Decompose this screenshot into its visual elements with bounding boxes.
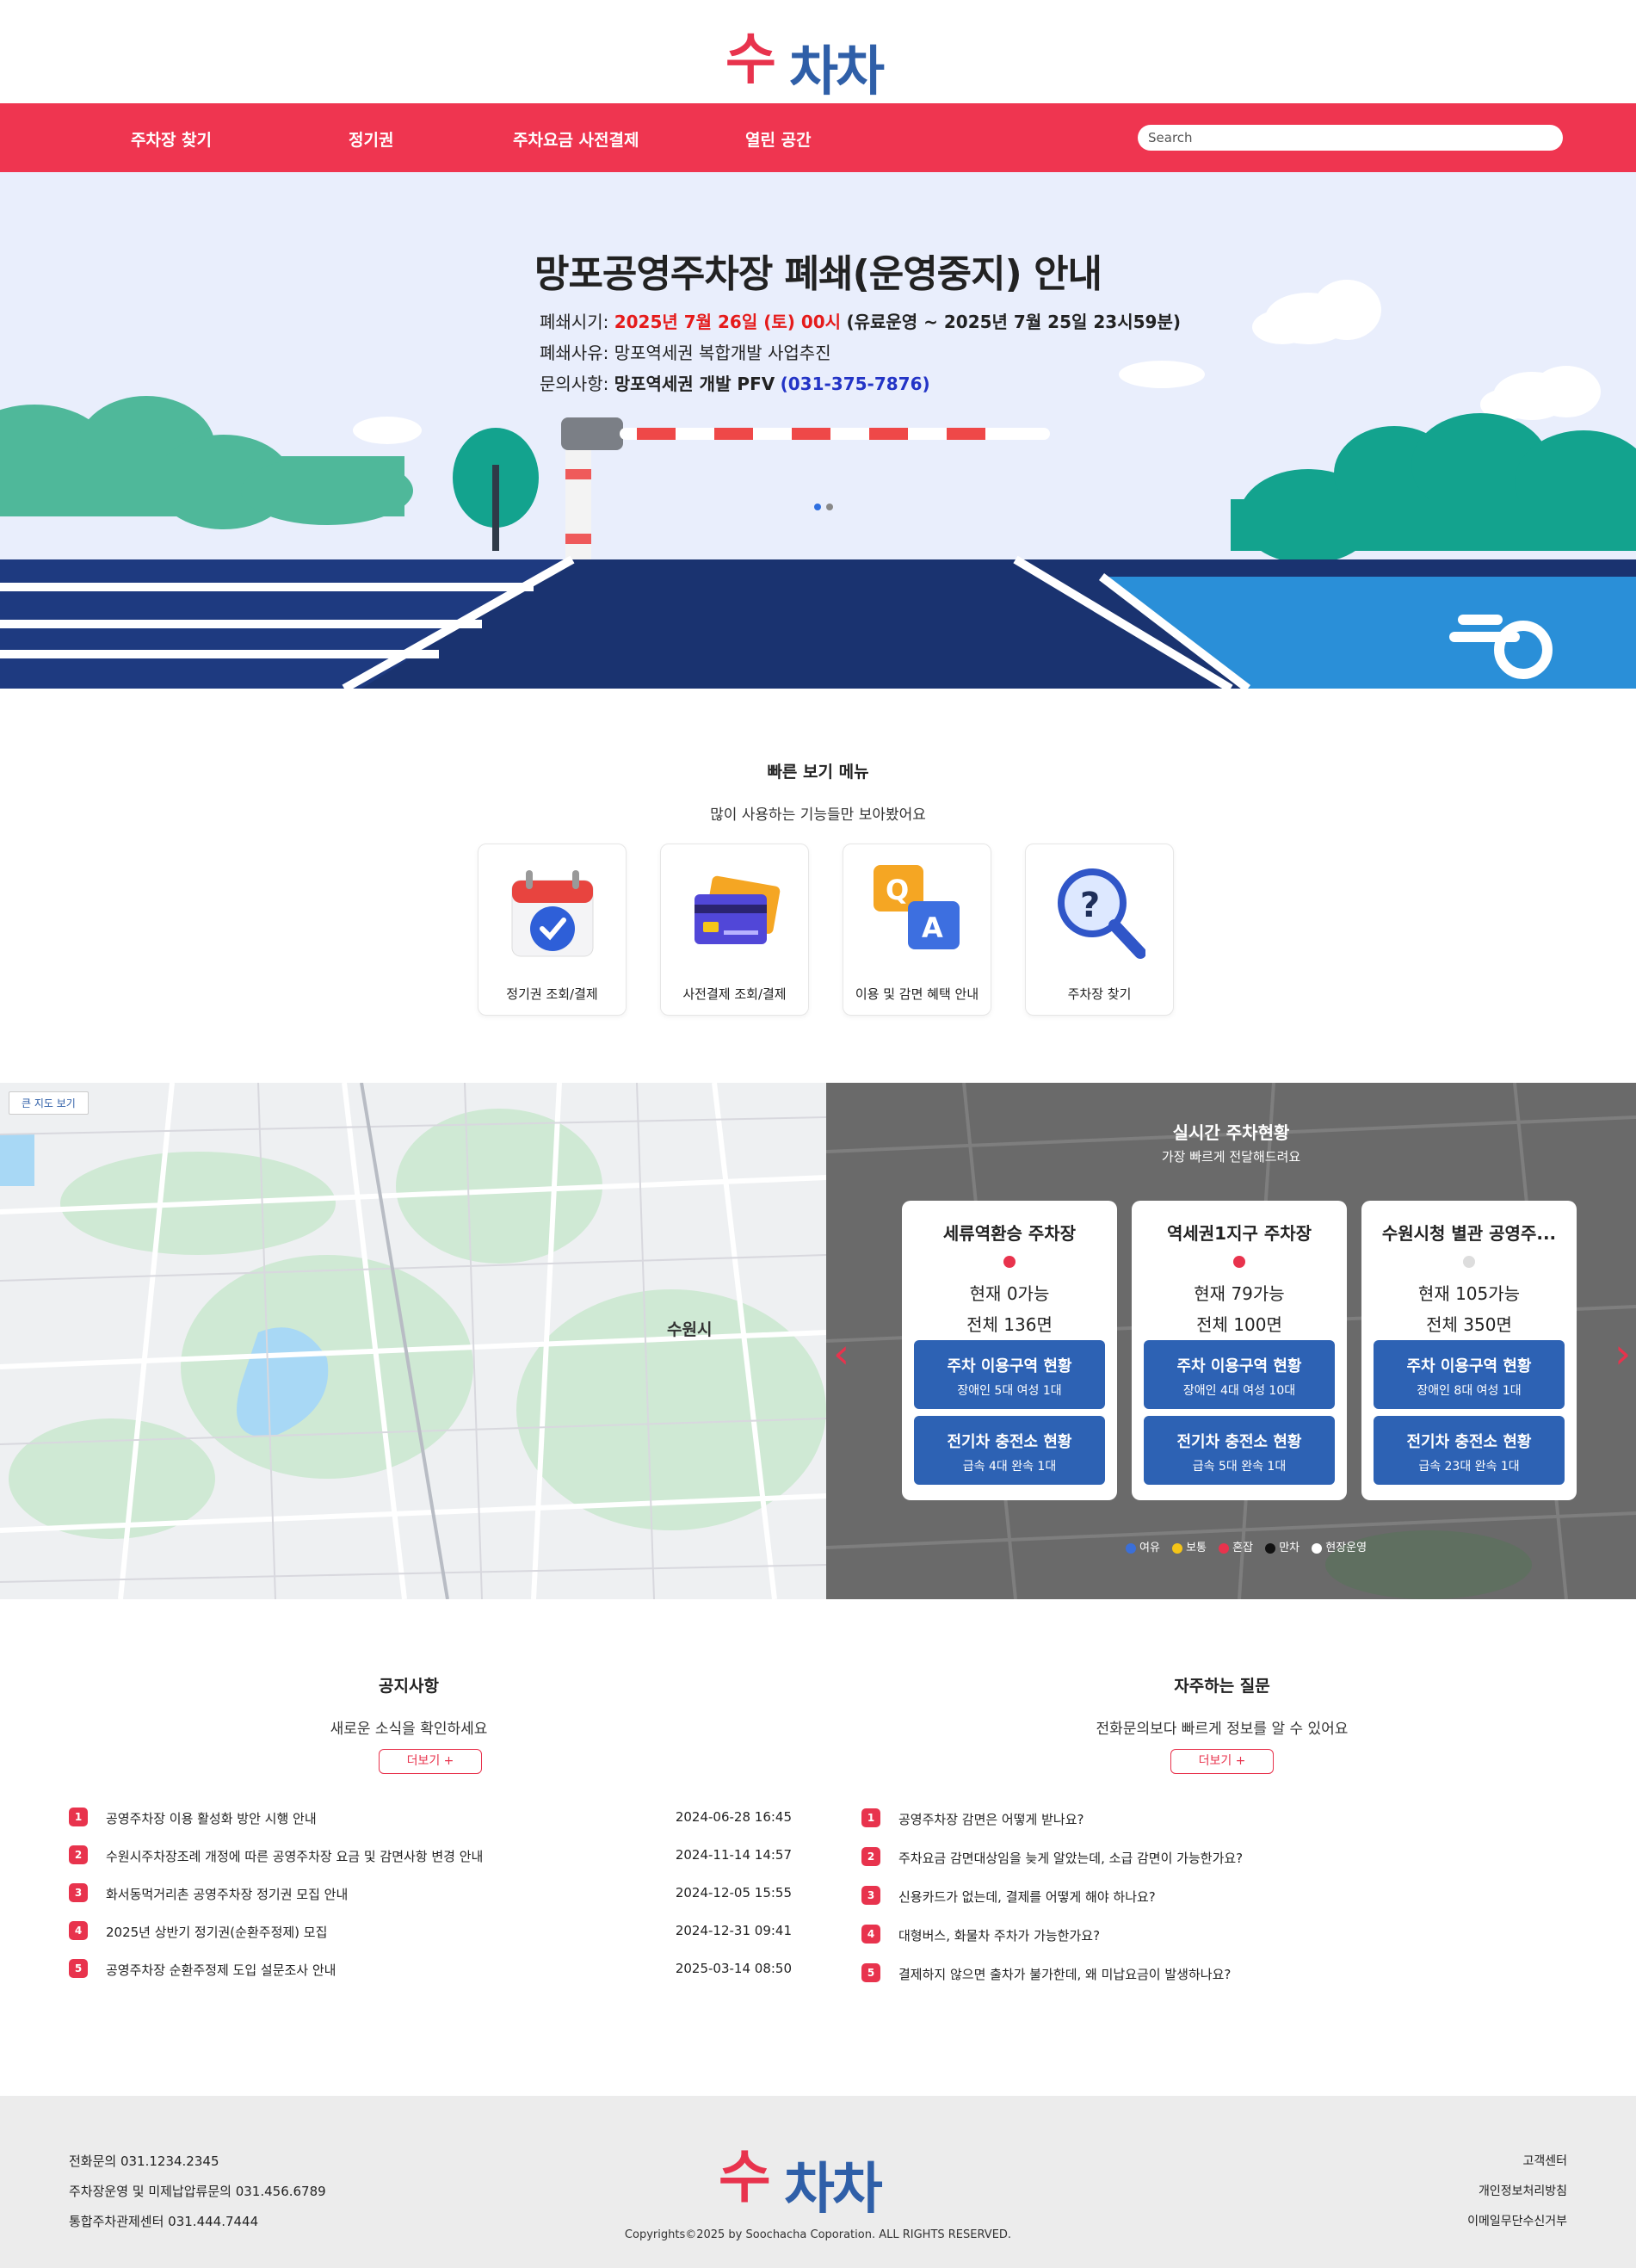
faq-item[interactable]: 2 주차요금 감면대상임을 늦게 알았는데, 소급 감면이 가능한가요? [861,1847,1567,1871]
footer-phone-control: 통합주차관제센터 031.444.7444 [69,2214,259,2229]
parking-name: 수원시청 별관 공영주... [1381,1223,1557,1244]
legend-dot [1265,1542,1276,1554]
quick-menu-label: 주차장 찾기 [1067,986,1132,1002]
parking-total: 전체 136면 [966,1314,1053,1335]
logo-chacha: 차차 [784,2158,883,2222]
parking-available: 현재 0가능 [969,1283,1050,1304]
zone-status-button[interactable]: 주차 이용구역 현황 장애인 8대 여성 1대 [1374,1340,1565,1409]
parking-total: 전체 100면 [1196,1314,1282,1335]
ev-charger-button[interactable]: 전기차 충전소 현황 급속 23대 완속 1대 [1374,1416,1565,1485]
parking-name: 역세권1지구 주차장 [1166,1223,1312,1244]
logo-chacha: 차차 [789,40,885,102]
quick-menu-subtitle: 많이 사용하는 기능들만 보아봤어요 [710,806,926,824]
svg-text:Q: Q [886,874,909,906]
zone-status-button[interactable]: 주차 이용구역 현황 장애인 5대 여성 1대 [914,1340,1105,1409]
parking-total: 전체 350면 [1426,1314,1512,1335]
parking-map[interactable]: 큰 지도 보기 수원시 [0,1083,826,1599]
quick-menu-label: 정기권 조회/결제 [506,986,598,1002]
carousel-dot-1[interactable] [814,504,821,510]
status-dot [1003,1256,1016,1268]
notice-item[interactable]: 4 2025년 상반기 정기권(순환주정제) 모집 2024-12-31 09:… [69,1921,792,1945]
qa-bubble-icon: Q A [874,865,960,949]
realtime-title: 실시간 주차현황 [1172,1122,1290,1143]
status-dot [1463,1256,1475,1268]
carousel-dots [814,497,838,514]
notice-item[interactable]: 1 공영주차장 이용 활성화 방안 시행 안내 2024-06-28 16:45 [69,1808,792,1832]
nav-open-space[interactable]: 열린 공간 [745,127,812,151]
quick-menu-benefits[interactable]: Q A 이용 및 감면 혜택 안내 [843,844,991,1016]
carousel-dot-2[interactable] [826,504,833,510]
notice-item[interactable]: 3 화서동먹거리촌 공영주차장 정기권 모집 안내 2024-12-05 15:… [69,1883,792,1907]
svg-text:?: ? [1080,886,1100,925]
svg-text:A: A [922,912,943,944]
calendar-check-icon [511,870,594,957]
notice-item[interactable]: 2 수원시주차장조례 개정에 따른 공영주차장 요금 및 감면사항 변경 안내 … [69,1845,792,1869]
footer-logo[interactable]: 수 차차 [719,2126,925,2222]
nav-prepay[interactable]: 주차요금 사전결제 [513,127,639,151]
site-logo[interactable]: 수 차차 [725,10,923,102]
credit-card-icon [695,875,781,944]
faq-item[interactable]: 1 공영주차장 감면은 어떻게 받나요? [861,1808,1567,1832]
carousel-next-icon[interactable]: › [1614,1330,1631,1378]
map-city-label: 수원시 [667,1320,713,1339]
hero-closing-reason: 폐쇄사유: 망포역세권 복합개발 사업추진 [540,343,831,363]
faq-item[interactable]: 3 신용카드가 없는데, 결제를 어떻게 해야 하나요? [861,1886,1567,1910]
footer-phone-operation: 주차장운영 및 미제납압류문의 031.456.6789 [69,2184,326,2199]
hero-title: 망포공영주차장 폐쇄(운영중지) 안내 [534,252,1102,296]
magnifier-question-icon: ? [1058,868,1145,959]
footer-link-privacy[interactable]: 개인정보처리방침 [1479,2182,1567,2199]
notice-title: 공지사항 [379,1677,439,1696]
quick-menu-find-parking[interactable]: ? 주차장 찾기 [1025,844,1174,1016]
faq-title: 자주하는 질문 [1174,1677,1270,1696]
status-dot [1233,1256,1245,1268]
map-tiles [0,1083,826,1599]
footer-link-customer-center[interactable]: 고객센터 [1522,2152,1567,2169]
footer-copyright: Copyrights©2025 by Soochacha Coporation.… [624,2228,1012,2241]
hero-closing-date: 폐쇄시기: 2025년 7월 26일 (토) 00시 (유료운영 ~ 2025년… [540,312,1181,332]
legend-dot [1172,1542,1183,1554]
page: 수 차차 주차장 찾기 정기권 주차요금 사전결제 열린 공간 Search 망… [0,0,1636,2268]
footer-link-email-refusal[interactable]: 이메일무단수신거부 [1467,2212,1567,2229]
faq-more-button[interactable]: 더보기 + [1170,1749,1274,1774]
parking-card[interactable]: 수원시청 별관 공영주... 현재 105가능 전체 350면 주차 이용구역 … [1361,1201,1577,1500]
notice-more-button[interactable]: 더보기 + [379,1749,482,1774]
hero-contact: 문의사항: 망포역세권 개발 PFV (031-375-7876) [540,374,930,394]
ev-charger-button[interactable]: 전기차 충전소 현황 급속 4대 완속 1대 [914,1416,1105,1485]
legend-dot [1312,1542,1323,1554]
nav-parking-find[interactable]: 주차장 찾기 [131,127,212,151]
faq-item[interactable]: 4 대형버스, 화물차 주차가 가능한가요? [861,1925,1567,1949]
ev-charger-button[interactable]: 전기차 충전소 현황 급속 5대 완속 1대 [1144,1416,1335,1485]
quick-menu-label: 이용 및 감면 혜택 안내 [855,986,979,1002]
status-legend: 여유 보통 혼잡 만차 현장운영 [1117,1538,1367,1554]
quick-menu-prepay[interactable]: 사전결제 조회/결제 [660,844,809,1016]
carousel-prev-icon[interactable]: ‹ [833,1330,849,1378]
nav-season-ticket[interactable]: 정기권 [349,127,393,151]
hero-banner: 망포공영주차장 폐쇄(운영중지) 안내 폐쇄시기: 2025년 7월 26일 (… [0,172,1636,689]
parking-available: 현재 105가능 [1417,1283,1521,1304]
notice-item[interactable]: 5 공영주차장 순환주정제 도입 설문조사 안내 2025-03-14 08:5… [69,1959,792,1983]
footer-phone-main: 전화문의 031.1234.2345 [69,2154,219,2169]
quick-menu-label: 사전결제 조회/결제 [682,986,787,1002]
notice-subtitle: 새로운 소식을 확인하세요 [330,1721,488,1738]
big-map-button[interactable]: 큰 지도 보기 [9,1091,89,1115]
quick-menu-title: 빠른 보기 메뉴 [767,763,869,782]
legend-dot [1219,1542,1230,1554]
zone-status-button[interactable]: 주차 이용구역 현황 장애인 4대 여성 10대 [1144,1340,1335,1409]
logo-su: 수 [719,2144,771,2210]
logo-su: 수 [725,28,776,92]
parking-card[interactable]: 세류역환승 주차장 현재 0가능 전체 136면 주차 이용구역 현황 장애인 … [902,1201,1117,1500]
quick-menu-season-ticket[interactable]: 정기권 조회/결제 [478,844,627,1016]
parking-available: 현재 79가능 [1194,1283,1285,1304]
faq-item[interactable]: 5 결제하지 않으면 출차가 불가한데, 왜 미납요금이 발생하나요? [861,1963,1567,1987]
parking-name: 세류역환승 주차장 [942,1223,1077,1244]
legend-dot [1126,1542,1136,1554]
search-input[interactable] [1138,125,1563,151]
parking-card[interactable]: 역세권1지구 주차장 현재 79가능 전체 100면 주차 이용구역 현황 장애… [1132,1201,1347,1500]
realtime-subtitle: 가장 빠르게 전달해드려요 [1161,1149,1301,1165]
faq-subtitle: 전화문의보다 빠르게 정보를 알 수 있어요 [1096,1721,1349,1738]
